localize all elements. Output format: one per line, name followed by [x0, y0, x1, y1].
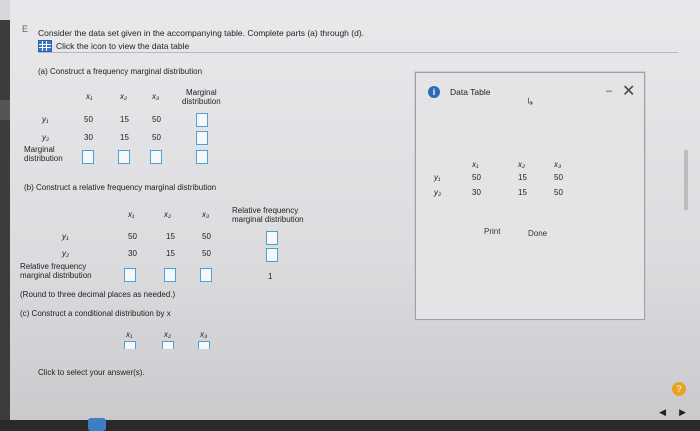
cursor-icon: ↳ — [526, 97, 535, 108]
part-a-col-x1: x₁ — [86, 92, 93, 101]
part-a-col-x3: x₃ — [152, 92, 160, 101]
part-b-marginal-x2-input[interactable] — [164, 268, 176, 282]
previous-arrow-icon[interactable]: ◀ — [659, 407, 666, 418]
dt-row-y2: y₂ — [434, 188, 442, 197]
part-b-row-y2: y₂ — [62, 249, 70, 258]
part-a-cell: 50 — [152, 133, 161, 142]
dt-cell: 50 — [554, 188, 563, 197]
done-button[interactable]: Done — [528, 229, 547, 238]
dt-cell: 15 — [518, 188, 527, 197]
part-a-marginal-row-label: Marginal distribution — [24, 145, 63, 163]
dt-col-x1: x₁ — [472, 160, 479, 169]
dt-cell: 30 — [472, 188, 481, 197]
select-answer-hint: Click to select your answer(s). — [38, 368, 145, 377]
info-icon: i — [428, 86, 440, 98]
part-b-marginal-x3-input[interactable] — [200, 268, 212, 282]
part-b-cell: 15 — [166, 249, 175, 258]
part-c-label: (c) Construct a conditional distribution… — [20, 309, 171, 318]
part-a-cell: 15 — [120, 115, 129, 124]
round-note: (Round to three decimal places as needed… — [20, 290, 176, 299]
part-b-cell: 15 — [166, 232, 175, 241]
table-icon[interactable] — [38, 40, 52, 52]
dt-col-x3: x₃ — [554, 160, 562, 169]
part-c-x3-dropdown[interactable] — [198, 341, 210, 349]
part-b-cell: 50 — [202, 249, 211, 258]
part-b-cell: 30 — [128, 249, 137, 258]
taskbar-app-icon[interactable] — [88, 418, 106, 431]
part-b-cell: 50 — [128, 232, 137, 241]
part-a-cell: 50 — [84, 115, 93, 124]
part-a-marginal-x2-input[interactable] — [118, 150, 130, 164]
part-b-label: (b) Construct a relative frequency margi… — [24, 183, 217, 192]
dt-col-x2: x₂ — [518, 160, 526, 169]
question-panel: E Consider the data set given in the acc… — [10, 0, 700, 431]
part-a-marginal-x1-input[interactable] — [82, 150, 94, 164]
help-icon[interactable]: ? — [672, 382, 686, 396]
question-intro: Consider the data set given in the accom… — [38, 28, 365, 38]
e-mark: E — [22, 24, 29, 34]
part-a-marginal-total-input[interactable] — [196, 150, 208, 164]
part-b-marginal-header: Relative frequency marginal distribution — [232, 206, 304, 224]
data-table-link[interactable]: Click the icon to view the data table — [38, 40, 189, 52]
part-a-cell: 15 — [120, 133, 129, 142]
part-b-marginal-row-label: Relative frequency marginal distribution — [20, 262, 92, 280]
part-a-label: (a) Construct a frequency marginal distr… — [38, 67, 203, 76]
part-a-row-y1: y₁ — [42, 115, 49, 124]
part-a-marginal-y2-input[interactable] — [196, 131, 208, 145]
part-b-row-y1: y₁ — [62, 232, 69, 241]
dt-cell: 15 — [518, 173, 527, 182]
part-c-col-x3: x₃ — [200, 330, 208, 339]
part-c-col-x1: x₁ — [126, 330, 133, 339]
next-arrow-icon[interactable]: ▶ — [679, 407, 686, 418]
close-icon[interactable]: ✕ — [622, 81, 635, 101]
minimize-icon[interactable]: – — [606, 85, 612, 97]
part-b-marginal-x1-input[interactable] — [124, 268, 136, 282]
part-b-col-x1: x₁ — [128, 210, 135, 219]
part-c-col-x2: x₂ — [164, 330, 172, 339]
scrollbar[interactable] — [684, 150, 688, 210]
part-b-total: 1 — [268, 272, 273, 281]
part-b-col-x3: x₃ — [202, 210, 210, 219]
dt-cell: 50 — [554, 173, 563, 182]
part-a-col-x2: x₂ — [120, 92, 128, 101]
part-b-marginal-y1-input[interactable] — [266, 231, 278, 245]
part-b-col-x2: x₂ — [164, 210, 172, 219]
part-a-marginal-header: Marginal distribution — [182, 88, 221, 106]
part-b-cell: 50 — [202, 232, 211, 241]
part-a-marginal-x3-input[interactable] — [150, 150, 162, 164]
part-c-x1-dropdown[interactable] — [124, 341, 136, 349]
part-b-marginal-y2-input[interactable] — [266, 248, 278, 262]
print-button[interactable]: Print — [484, 227, 500, 236]
data-table-dialog: i Data Table ↳ – ✕ x₁ x₂ x₃ y₁ 50 15 50 … — [415, 72, 645, 320]
data-table-title: Data Table — [450, 87, 491, 97]
data-table-link-text: Click the icon to view the data table — [56, 41, 190, 51]
dt-row-y1: y₁ — [434, 173, 441, 182]
part-c-x2-dropdown[interactable] — [162, 341, 174, 349]
left-edge — [0, 20, 10, 420]
divider — [38, 52, 678, 53]
part-a-cell: 30 — [84, 133, 93, 142]
left-tab[interactable] — [0, 100, 10, 120]
part-a-row-y2: y₂ — [42, 133, 50, 142]
part-a-cell: 50 — [152, 115, 161, 124]
part-a-marginal-y1-input[interactable] — [196, 113, 208, 127]
dt-cell: 50 — [472, 173, 481, 182]
